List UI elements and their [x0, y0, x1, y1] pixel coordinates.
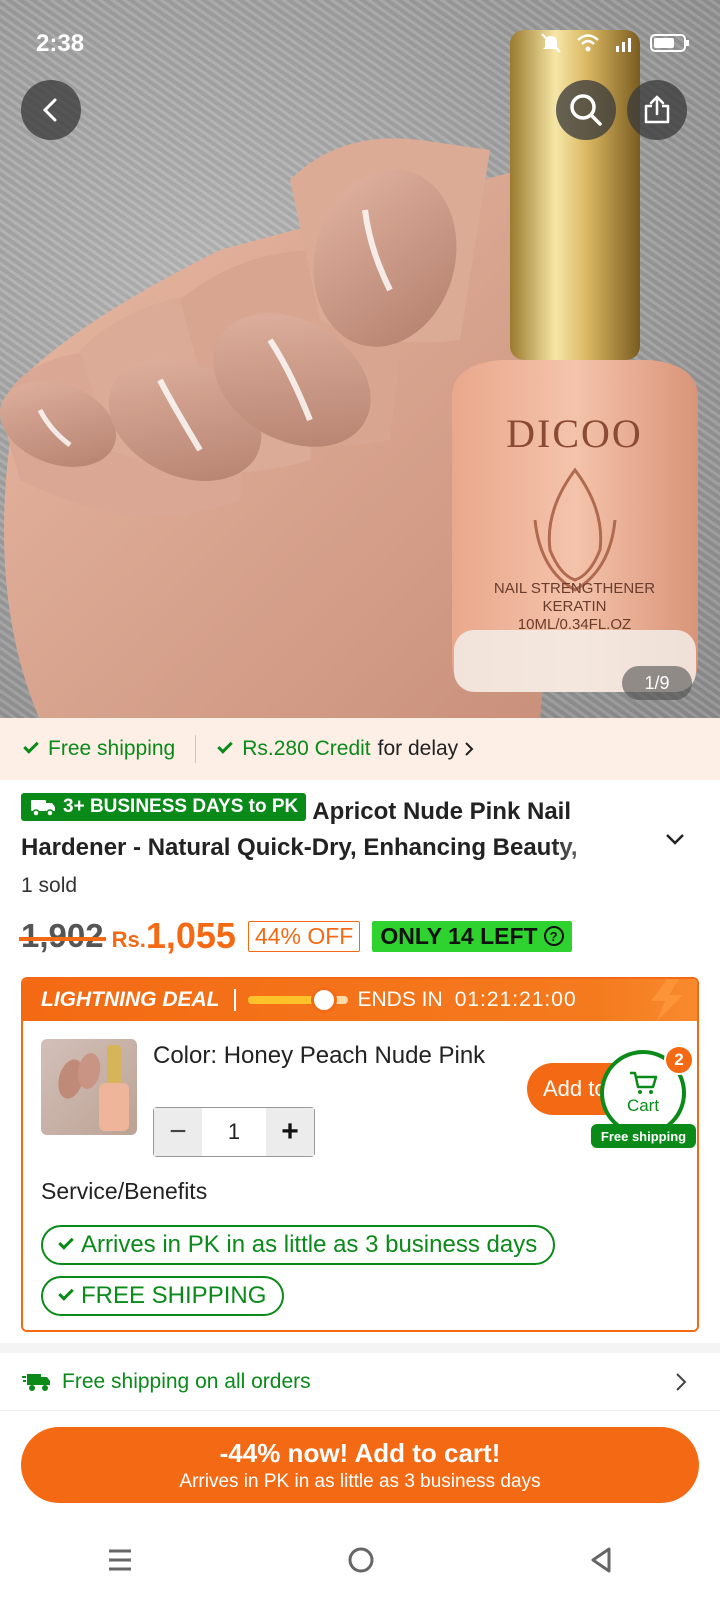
chevron-right-icon	[676, 1373, 687, 1391]
search-icon	[570, 94, 602, 126]
increment-button[interactable]: +	[266, 1108, 314, 1156]
add-to-cart-label: Add to	[543, 1076, 607, 1101]
service-badge-text: Arrives in PK in as little as 3 business…	[81, 1231, 538, 1258]
status-time: 2:38	[36, 30, 85, 57]
decrement-button[interactable]: −	[154, 1108, 202, 1156]
ends-in-label: ENDS IN	[357, 988, 443, 1011]
lightning-deal-panel: LIGHTNING DEAL ENDS IN 01:21:21:00 Color…	[21, 977, 699, 1332]
status-icons	[540, 32, 690, 54]
services-title: Service/Benefits	[41, 1178, 208, 1204]
signal-icon	[616, 38, 631, 52]
bottle-label-3: 10ML/0.34FL.OZ	[517, 616, 632, 633]
stock-text: ONLY 14 LEFT	[380, 922, 538, 949]
product-title: 3+ BUSINESS DAYS to PK Apricot Nude Pink…	[21, 793, 641, 866]
battery-icon	[650, 34, 689, 52]
price-row: 1,902 Rs. 1,055 44% OFF ONLY 14 LEFT ?	[19, 915, 572, 957]
divider	[233, 989, 236, 1011]
check-icon	[217, 738, 234, 754]
shipping-info-row[interactable]: Free shipping on all orders	[0, 1353, 720, 1411]
cta-sub-label: Arrives in PK in as little as 3 business…	[179, 1470, 541, 1492]
shopping-cart-icon	[630, 1071, 658, 1094]
wifi-icon	[577, 34, 599, 52]
back-triangle-icon[interactable]	[587, 1545, 615, 1575]
image-counter: 1/9	[622, 666, 692, 700]
bottle-brand: DICOO	[506, 411, 643, 456]
stock-badge[interactable]: ONLY 14 LEFT ?	[372, 920, 572, 952]
check-icon	[58, 1285, 74, 1301]
search-button[interactable]	[556, 80, 616, 140]
divider	[195, 735, 197, 763]
clock-icon	[310, 987, 337, 1013]
variant-thumbnail[interactable]	[41, 1039, 137, 1135]
chevron-left-icon	[42, 98, 57, 122]
original-price: 1,902	[19, 917, 106, 954]
check-icon	[58, 1234, 74, 1250]
menu-icon[interactable]	[105, 1546, 135, 1574]
quantity-value[interactable]: 1	[202, 1108, 266, 1156]
quantity-stepper: − 1 +	[153, 1107, 315, 1157]
chevron-right-icon	[465, 742, 474, 756]
section-divider	[0, 1343, 720, 1353]
expand-title-chevron-icon[interactable]	[664, 832, 686, 846]
delivery-badge: 3+ BUSINESS DAYS to PK	[21, 793, 307, 821]
sold-count: 1 sold	[21, 874, 78, 897]
back-button[interactable]	[21, 80, 81, 140]
mute-icon	[541, 33, 561, 53]
selected-color: Color: Honey Peach Nude Pink	[153, 1042, 486, 1069]
fast-truck-icon	[31, 800, 55, 817]
benefits-strip[interactable]: Free shipping Rs.280 Credit for delay	[0, 718, 720, 780]
cart-label: Cart	[626, 1096, 660, 1115]
shipping-info-text: Free shipping on all orders	[62, 1369, 311, 1393]
delivery-badge-text: 3+ BUSINESS DAYS to PK	[63, 796, 299, 817]
home-icon[interactable]	[346, 1545, 376, 1575]
share-button[interactable]	[627, 80, 687, 140]
add-to-cart-cta-button[interactable]: -44% now! Add to cart! Arrives in PK in …	[21, 1427, 699, 1503]
service-badge-free-shipping: FREE SHIPPING	[41, 1276, 285, 1316]
product-image-carousel[interactable]: DICOO NAIL STRENGTHENER KERATIN 10ML/0.3…	[0, 0, 720, 718]
delay-credit-label: Rs.280 Credit	[242, 737, 371, 760]
bottle-label-1: NAIL STRENGTHENER	[493, 580, 656, 597]
cart-free-shipping-tag: Free shipping	[591, 1124, 696, 1148]
delivery-truck-icon	[22, 1373, 50, 1391]
service-badge-text: FREE SHIPPING	[81, 1282, 267, 1309]
check-icon	[23, 738, 39, 754]
delay-credit-suffix: for delay	[377, 737, 459, 760]
deal-timer: 01:21:21:00	[454, 988, 577, 1011]
nail-polish-thumbnail-image	[58, 1045, 129, 1131]
deal-header: LIGHTNING DEAL ENDS IN 01:21:21:00	[23, 979, 697, 1021]
lightning-bolt-icon	[651, 979, 683, 1021]
help-icon: ?	[543, 926, 564, 946]
bottle-label-2: KERATIN	[542, 598, 607, 615]
discount-badge: 44% OFF	[247, 920, 361, 952]
title-fade	[551, 830, 641, 866]
system-navigation-bar	[0, 1520, 720, 1600]
deal-body: Color: Honey Peach Nude Pink − 1 + Add t…	[23, 1021, 697, 1330]
deal-title: LIGHTNING DEAL	[41, 988, 220, 1011]
deal-progress-bar	[247, 987, 348, 1013]
cta-main-label: -44% now! Add to cart!	[219, 1437, 501, 1468]
currency-label: Rs.	[111, 927, 146, 952]
share-icon	[644, 95, 670, 124]
free-shipping-label: Free shipping	[48, 737, 176, 760]
cart-count-badge: 2	[664, 1045, 694, 1075]
service-badge-arrival: Arrives in PK in as little as 3 business…	[41, 1225, 556, 1265]
sale-price: 1,055	[145, 915, 236, 956]
